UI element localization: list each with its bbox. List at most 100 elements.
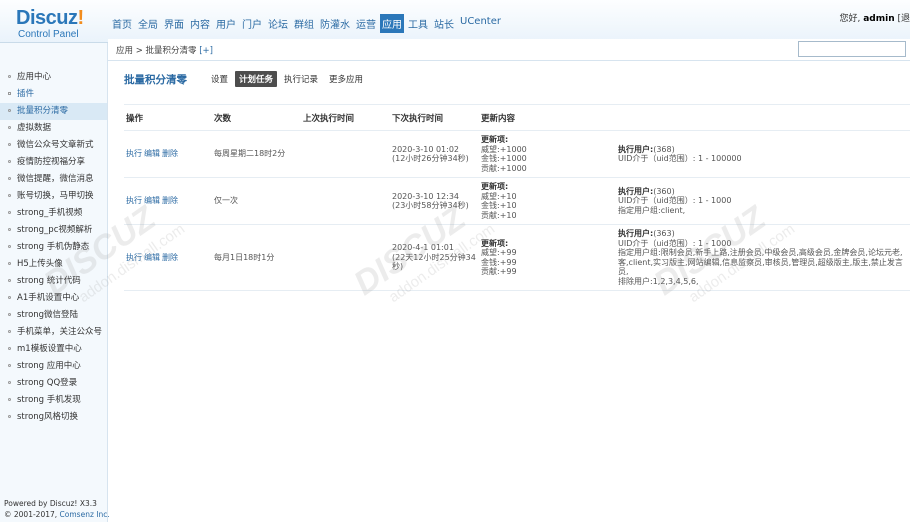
sidebar-item[interactable]: m1模板设置中心 (0, 341, 107, 358)
user-head: 执行用户:(363) (618, 229, 908, 239)
sidebar-item[interactable]: strong 应用中心 (0, 358, 107, 375)
sidebar-item-label: 虚拟数据 (17, 123, 52, 133)
logo-subtitle: Control Panel (18, 29, 79, 40)
edit-link[interactable]: 编辑 (144, 149, 160, 158)
greeting-text: 您好, (839, 14, 861, 24)
user-line: UID介于（uid范围）: 1 - 100000 (618, 154, 742, 163)
sidebar-item[interactable]: H5上传头像 (0, 256, 107, 273)
column-header: 下次执行时间 (390, 104, 479, 131)
sidebar-item[interactable]: strong 统计代码 (0, 273, 107, 290)
bullet-icon (8, 313, 11, 316)
nav-item-1[interactable]: 全局 (136, 14, 160, 33)
user-line: 排除用户:1,2,3,4,5,6, (618, 276, 699, 286)
sidebar-item[interactable]: strong 手机发现 (0, 392, 107, 409)
bullet-icon (8, 330, 11, 333)
username-link[interactable]: admin (863, 14, 894, 24)
bullet-icon (8, 347, 11, 350)
sidebar-item[interactable]: strong 手机伪静态 (0, 239, 107, 256)
nav-item-4[interactable]: 用户 (214, 14, 238, 33)
tab-0[interactable]: 设置 (207, 71, 232, 87)
next-run-remaining: (12小时26分钟34秒) (392, 154, 469, 163)
sidebar-item-label: 微信提醒，微信消息 (17, 174, 94, 184)
breadcrumb-bar: 应用 > 批量积分清零 [+] (108, 39, 910, 61)
tab-1[interactable]: 计划任务 (235, 71, 278, 87)
nav-item-3[interactable]: 内容 (188, 14, 212, 33)
nav-item-0[interactable]: 首页 (110, 14, 134, 33)
bullet-icon (8, 160, 11, 163)
user-head: 执行用户:(360) (618, 187, 908, 197)
sidebar-item-label: 插件 (17, 89, 35, 99)
update-line: 金钱:+10 (481, 201, 517, 210)
copyright-text: © 2001-2017, (4, 510, 58, 519)
sidebar-item-label: 应用中心 (17, 72, 52, 82)
nav-item-7[interactable]: 群组 (292, 14, 316, 33)
nav-item-8[interactable]: 防灌水 (318, 14, 352, 33)
bullet-icon (8, 381, 11, 384)
user-cell: 执行用户:(363) UID介于（uid范围）: 1 - 1000 指定用户组:限制… (616, 224, 910, 291)
nav-item-2[interactable]: 界面 (162, 14, 186, 33)
edit-link[interactable]: 编辑 (144, 196, 160, 205)
sidebar-item[interactable]: 应用中心 (0, 69, 107, 86)
add-shortcut-button[interactable]: [+] (199, 46, 213, 56)
nav-item-12[interactable]: 站长 (432, 14, 456, 33)
bullet-icon (8, 211, 11, 214)
sidebar-item-label: 账号切换，马甲切换 (17, 191, 94, 201)
delete-link[interactable]: 删除 (162, 196, 178, 205)
delete-link[interactable]: 删除 (162, 253, 178, 262)
update-cell: 更新项: 威望:+1000 金钱:+1000 贡献:+1000 (479, 130, 616, 178)
sidebar-item-label: strong 应用中心 (17, 361, 81, 371)
sidebar-item[interactable]: A1手机设置中心 (0, 290, 107, 307)
bullet-icon (8, 245, 11, 248)
next-run-remaining: (22天12小时25分钟34秒) (392, 252, 476, 272)
sidebar-item[interactable]: 微信提醒，微信消息 (0, 171, 107, 188)
sidebar-item[interactable]: 手机菜单，关注公众号 (0, 324, 107, 341)
nav-item-9[interactable]: 运营 (354, 14, 378, 33)
edit-link[interactable]: 编辑 (144, 253, 160, 262)
nav-item-6[interactable]: 论坛 (266, 14, 290, 33)
sidebar-item-label: strong微信登陆 (17, 310, 79, 320)
sidebar-item[interactable]: 疫情防控视福分享 (0, 154, 107, 171)
sidebar-item[interactable]: strong_pc视频解析 (0, 222, 107, 239)
user-head-label: 执行用户: (618, 186, 654, 196)
tab-2[interactable]: 执行记录 (280, 71, 322, 87)
frequency-cell: 每月1日18时1分 (212, 224, 301, 291)
bullet-icon (8, 364, 11, 367)
search-input[interactable] (798, 41, 906, 57)
run-link[interactable]: 执行 (126, 253, 142, 262)
sidebar-item[interactable]: strong风格切换 (0, 409, 107, 426)
sidebar-item[interactable]: 批量积分清零 (0, 103, 107, 120)
sidebar-item[interactable]: strong_手机视频 (0, 205, 107, 222)
nav-item-5[interactable]: 门户 (240, 14, 264, 33)
next-run-time: 2020-3-10 12:34 (392, 191, 459, 201)
sidebar-item[interactable]: 虚拟数据 (0, 120, 107, 137)
nav-item-11[interactable]: 工具 (406, 14, 430, 33)
sidebar: 应用中心插件批量积分清零虚拟数据微信公众号文章新式疫情防控视福分享微信提醒，微信… (0, 43, 110, 522)
tab-3[interactable]: 更多应用 (325, 71, 367, 87)
run-link[interactable]: 执行 (126, 149, 142, 158)
update-line: 威望:+1000 (481, 144, 527, 154)
column-header: 更新内容 (479, 104, 616, 131)
sidebar-item[interactable]: 账号切换，马甲切换 (0, 188, 107, 205)
sidebar-item[interactable]: 插件 (0, 86, 107, 103)
next-run-time: 2020-3-10 01:02 (392, 144, 459, 154)
discuz-logo[interactable]: Discuz! Control Panel (16, 7, 96, 40)
nav-item-10[interactable]: 应用 (380, 14, 404, 33)
next-run-cell: 2020-3-10 12:34 (23小时58分钟34秒) (390, 177, 479, 225)
run-link[interactable]: 执行 (126, 196, 142, 205)
sidebar-item[interactable]: strong微信登陆 (0, 307, 107, 324)
table-header-row: 操作 次数 上次执行时间 下次执行时间 更新内容 (124, 104, 910, 131)
sidebar-item-label: 微信公众号文章新式 (17, 140, 94, 150)
delete-link[interactable]: 删除 (162, 149, 178, 158)
update-line: 贡献:+1000 (481, 163, 527, 173)
nav-item-13[interactable]: UCenter (458, 14, 503, 33)
last-run-cell (301, 177, 390, 225)
sidebar-item[interactable]: 微信公众号文章新式 (0, 137, 107, 154)
user-line: UID介于（uid范围）: 1 - 1000 (618, 196, 732, 206)
logout-link[interactable]: [退 (897, 14, 910, 24)
tabs: 设置 计划任务 执行记录 更多应用 (207, 71, 370, 87)
sidebar-item[interactable]: strong QQ登录 (0, 375, 107, 392)
comsenz-link[interactable]: Comsenz Inc. (60, 510, 110, 519)
user-line: 指定用户组:client, (618, 205, 686, 215)
breadcrumb: 应用 > 批量积分清零 [+] (116, 44, 213, 56)
last-run-cell (301, 224, 390, 291)
